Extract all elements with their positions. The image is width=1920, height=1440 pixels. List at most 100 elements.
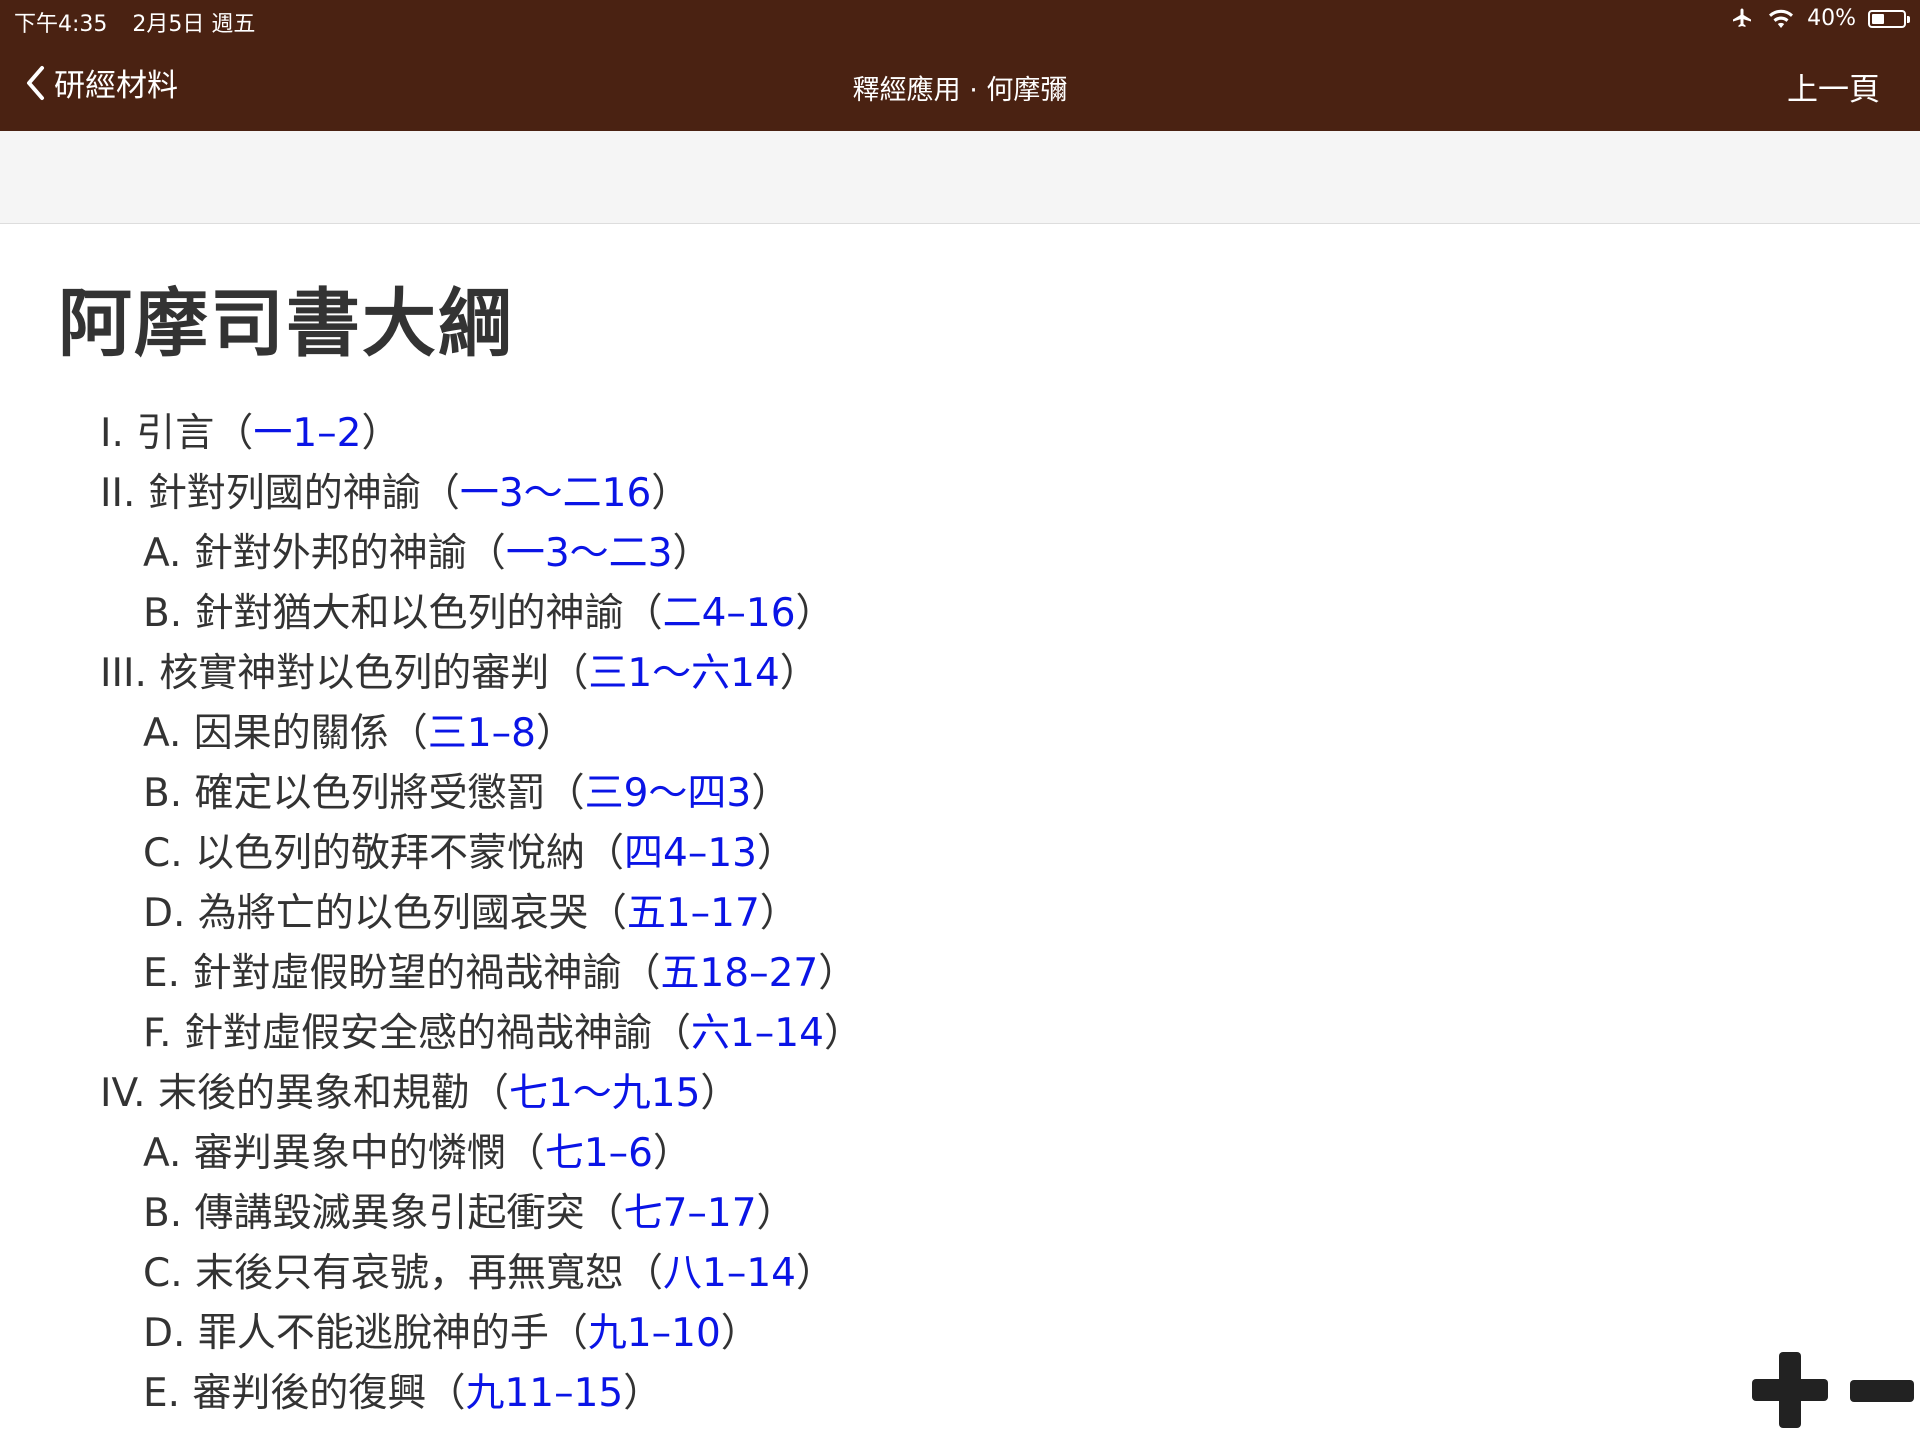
scripture-reference-link[interactable]: 一3～二3 (506, 531, 673, 576)
wifi-icon (1769, 9, 1794, 28)
outline-item: A. 因果的關係（三1–8） (0, 704, 863, 764)
nav-title: 釋經應用 · 何摩彌 (852, 75, 1068, 106)
outline-item-text: B. 確定以色列將受懲罰 (143, 771, 546, 816)
outline-item: I. 引言（一1–2） (0, 404, 863, 464)
outline-item: E. 針對虛假盼望的禍哉神諭（五18–27） (0, 944, 863, 1004)
reference-open-bracket: （ (505, 1131, 545, 1176)
previous-page-button[interactable]: 上一頁 (1787, 64, 1880, 109)
scripture-reference-link[interactable]: 一3～二16 (460, 471, 651, 516)
scripture-reference-link[interactable]: 一1–2 (253, 411, 361, 456)
reference-open-bracket: （ (587, 891, 627, 936)
outline-item-text: III. 核實神對以色列的審判 (100, 651, 550, 696)
outline-item: D. 罪人不能逃脫神的手（九1–10） (0, 1304, 863, 1364)
toolbar-strip (0, 131, 1920, 224)
reference-open-bracket: （ (469, 1071, 509, 1116)
page-title: 阿摩司書大綱 (58, 281, 514, 367)
scripture-reference-link[interactable]: 七1–6 (545, 1131, 653, 1176)
battery-percent: 40% (1807, 6, 1856, 31)
scripture-reference-link[interactable]: 四4–13 (624, 831, 757, 876)
scripture-reference-link[interactable]: 七7–17 (624, 1191, 757, 1236)
zoom-in-button[interactable] (1752, 1352, 1828, 1428)
outline-item-text: F. 針對虛假安全感的禍哉神諭 (143, 1011, 652, 1056)
outline-item: F. 針對虛假安全感的禍哉神諭（六1–14） (0, 1004, 863, 1064)
outline-item: A. 審判異象中的憐憫（七1–6） (0, 1124, 863, 1184)
outline-item: D. 為將亡的以色列國哀哭（五1–17） (0, 884, 863, 944)
reference-close-bracket: ） (720, 1311, 760, 1356)
reference-close-bracket: ） (700, 1071, 740, 1116)
reference-close-bracket: ） (756, 1191, 796, 1236)
scripture-reference-link[interactable]: 八1–14 (663, 1251, 796, 1296)
outline-item-text: C. 末後只有哀號，再無寬恕 (143, 1251, 625, 1296)
scripture-reference-link[interactable]: 五18–27 (660, 951, 818, 996)
scripture-reference-link[interactable]: 九11–15 (465, 1371, 623, 1416)
outline-item: E. 審判後的復興（九11–15） (0, 1364, 863, 1424)
plus-icon (1752, 1352, 1828, 1428)
reference-close-bracket: ） (535, 711, 575, 756)
outline-item: B. 確定以色列將受懲罰（三9～四3） (0, 764, 863, 824)
reference-close-bracket: ） (672, 531, 712, 576)
airplane-icon (1733, 8, 1752, 27)
outline-list: I. 引言（一1–2） II. 針對列國的神諭（一3～二16） A. 針對外邦的神諭… (0, 404, 863, 1424)
outline-item-text: A. 因果的關係 (143, 711, 389, 756)
reference-close-bracket: ） (757, 831, 797, 876)
reference-open-bracket: （ (388, 711, 428, 756)
outline-item-text: C. 以色列的敬拜不蒙悅納 (143, 831, 586, 876)
minus-icon (1850, 1380, 1914, 1402)
reference-open-bracket: （ (621, 951, 661, 996)
battery-fill (1872, 13, 1884, 24)
reference-close-bracket: ） (751, 771, 791, 816)
scripture-reference-link[interactable]: 三9～四3 (585, 771, 752, 816)
outline-item-text: B. 傳講毀滅異象引起衝突 (143, 1191, 585, 1236)
reference-open-bracket: （ (623, 591, 663, 636)
reference-open-bracket: （ (548, 1311, 588, 1356)
outline-item-text: II. 針對列國的神諭 (100, 471, 421, 516)
status-right: 40% (1729, 6, 1910, 31)
reference-close-bracket: ） (779, 651, 819, 696)
status-left: 下午4:35 2月5日 週五 (14, 6, 273, 38)
reference-close-bracket: ） (759, 891, 799, 936)
battery-nub (1907, 15, 1910, 23)
scripture-reference-link[interactable]: 九1–10 (588, 1311, 721, 1356)
reference-open-bracket: （ (549, 651, 589, 696)
outline-item-text: D. 為將亡的以色列國哀哭 (143, 891, 588, 936)
battery-icon (1868, 9, 1910, 28)
status-time: 下午4:35 (14, 12, 108, 37)
reference-open-bracket: （ (545, 771, 585, 816)
outline-item: C. 以色列的敬拜不蒙悅納（四4–13） (0, 824, 863, 884)
reference-close-bracket: ） (652, 1131, 692, 1176)
scripture-reference-link[interactable]: 七1～九15 (509, 1071, 700, 1116)
outline-item-text: IV. 末後的異象和規勸 (100, 1071, 470, 1116)
reference-close-bracket: ） (795, 591, 835, 636)
reference-close-bracket: ） (651, 471, 691, 516)
reference-close-bracket: ） (623, 1371, 663, 1416)
outline-item: B. 針對猶大和以色列的神諭（二4–16） (0, 584, 863, 644)
scripture-reference-link[interactable]: 三1～六14 (588, 651, 779, 696)
outline-item-text: B. 針對猶大和以色列的神諭 (143, 591, 624, 636)
scripture-reference-link[interactable]: 六1–14 (691, 1011, 824, 1056)
reference-open-bracket: （ (584, 1191, 624, 1236)
status-bar: 下午4:35 2月5日 週五 40% (0, 0, 1920, 40)
reference-close-bracket: ） (361, 411, 401, 456)
reference-close-bracket: ） (823, 1011, 863, 1056)
reference-open-bracket: （ (585, 831, 625, 876)
scripture-reference-link[interactable]: 三1–8 (428, 711, 536, 756)
document-content: 阿摩司書大綱 I. 引言（一1–2） II. 針對列國的神諭（一3～二16） A. … (0, 224, 1920, 1440)
outline-item: IV. 末後的異象和規勸（七1～九15） (0, 1064, 863, 1124)
outline-item-text: I. 引言 (100, 411, 215, 456)
status-date: 2月5日 週五 (132, 12, 256, 37)
outline-item: II. 針對列國的神諭（一3～二16） (0, 464, 863, 524)
reference-open-bracket: （ (466, 531, 506, 576)
outline-item: B. 傳講毀滅異象引起衝突（七7–17） (0, 1184, 863, 1244)
reference-close-bracket: ） (796, 1251, 836, 1296)
navigation-bar: 研經材料 釋經應用 · 何摩彌 上一頁 (0, 40, 1920, 131)
reference-open-bracket: （ (214, 411, 254, 456)
reference-open-bracket: （ (624, 1251, 664, 1296)
outline-item-text: E. 針對虛假盼望的禍哉神諭 (143, 951, 622, 996)
reference-close-bracket: ） (818, 951, 858, 996)
zoom-out-button[interactable] (1850, 1376, 1914, 1406)
outline-item: A. 針對外邦的神諭（一3～二3） (0, 524, 863, 584)
reference-open-bracket: （ (651, 1011, 691, 1056)
scripture-reference-link[interactable]: 五1–17 (627, 891, 760, 936)
outline-item-text: E. 審判後的復興 (143, 1371, 427, 1416)
scripture-reference-link[interactable]: 二4–16 (663, 591, 796, 636)
